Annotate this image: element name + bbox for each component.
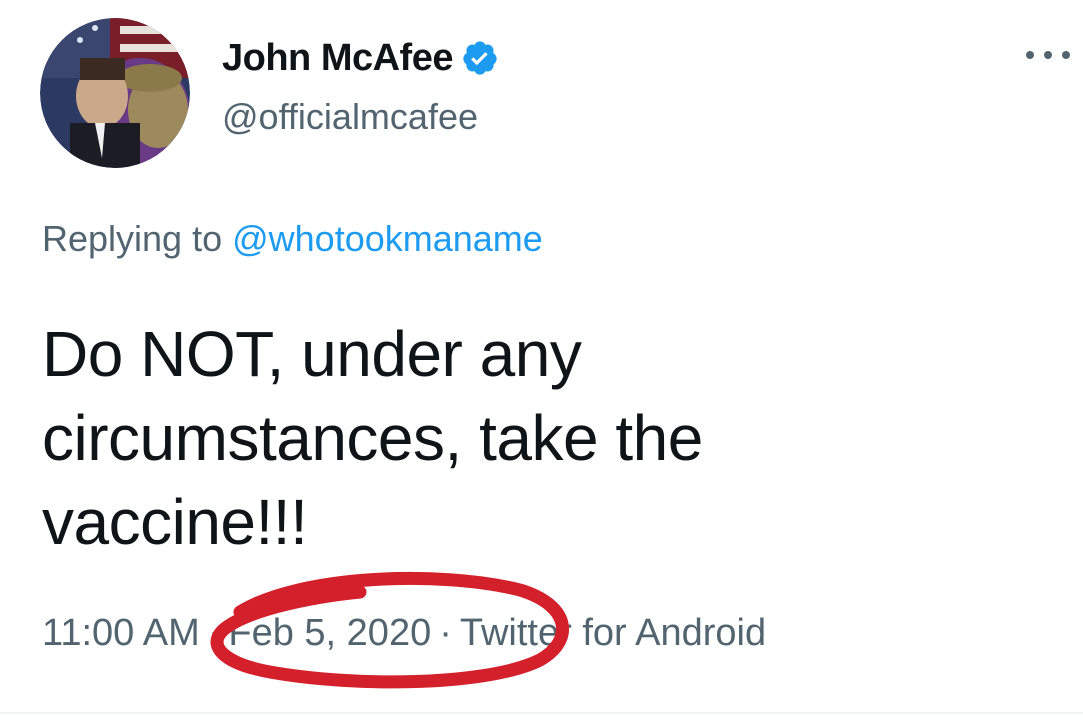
author-name-row: John McAfee [222,34,499,82]
dot-icon [1044,51,1052,59]
dot-icon [1062,51,1070,59]
tweet-card: John McAfee @officialmcafee Replying to … [0,0,1083,725]
avatar-image [40,18,190,168]
verified-badge-icon [463,41,497,75]
tweet-text: Do NOT, under any circumstances, take th… [42,312,942,564]
author-display-name[interactable]: John McAfee [222,37,453,80]
tweet-date[interactable]: Feb 5, 2020 [228,612,431,654]
avatar[interactable] [40,18,190,168]
meta-separator: · [207,612,221,654]
tweet-source: Twitter for Android [459,612,767,654]
tweet-text-line: vaccine!!! [42,486,308,558]
reply-mention-link[interactable]: @whotookmaname [232,218,543,259]
author-handle[interactable]: @officialmcafee [222,96,478,138]
dot-icon [1026,51,1034,59]
divider [0,712,1083,714]
tweet-text-line: circumstances, take the [42,402,703,474]
more-options-icon[interactable] [1026,40,1070,70]
tweet-metadata: 11:00 AM · Feb 5, 2020 · Twitter for Android [42,612,766,655]
tweet-time[interactable]: 11:00 AM [42,612,200,654]
tweet-text-line: Do NOT, under any [42,318,582,390]
meta-separator: · [439,612,452,654]
replying-to-line: Replying to @whotookmaname [42,218,543,260]
replying-to-label: Replying to [42,218,233,259]
